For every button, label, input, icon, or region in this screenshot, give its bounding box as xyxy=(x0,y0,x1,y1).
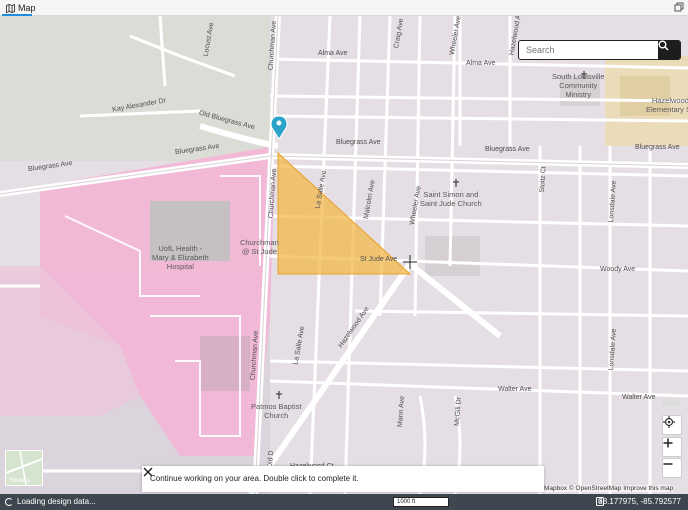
crosshair-locate-icon xyxy=(663,416,675,428)
instruction-toast: Continue working on your area. Double cl… xyxy=(142,466,544,492)
locate-button[interactable] xyxy=(662,415,682,435)
street-label: Walter Ave xyxy=(498,386,532,393)
poi-label: Patmos Baptist Church xyxy=(251,402,302,420)
map-icon xyxy=(6,3,15,13)
street-label: Woody Ave xyxy=(600,266,636,273)
search-button[interactable] xyxy=(658,40,680,60)
restore-window-icon[interactable] xyxy=(674,2,684,12)
poi-label: Hazelwood Elementary Sc xyxy=(646,96,688,114)
map-canvas[interactable]: Alma Ave Alma Ave Bluegrass Ave Bluegras… xyxy=(0,16,688,494)
street-label: Bluegrass Ave xyxy=(485,146,530,153)
street-label: Bluegrass Ave xyxy=(336,139,381,146)
toast-message: Continue working on your area. Double cl… xyxy=(150,474,359,483)
zoom-out-button[interactable] xyxy=(662,458,682,478)
poi-label: UofL Health - Mary & Elizabeth Hospital xyxy=(152,244,209,271)
minus-icon xyxy=(663,463,673,465)
cursor-coordinates: 38.177975, -85.792577 xyxy=(598,497,681,506)
search-box xyxy=(518,40,681,60)
street-label: Bluegrass Ave xyxy=(635,144,680,151)
basemap-switcher[interactable]: Streets xyxy=(5,450,43,486)
street-label: Alma Ave xyxy=(466,60,496,67)
poi-label: Churchman @ St Jude xyxy=(240,238,279,256)
loading-spinner-icon xyxy=(5,498,13,506)
map-scale: 1000 ft xyxy=(393,497,449,507)
street-label: Alma Ave xyxy=(318,50,348,57)
status-bar: Loading design data... 1000 ft 38.177975… xyxy=(0,494,688,510)
tab-label: Map xyxy=(18,3,36,13)
map-window: Map Alma Ave Alma Ave Bluegrass Ave Blue… xyxy=(0,0,688,510)
basemap-label: Streets xyxy=(9,477,30,484)
collapse-handle[interactable] xyxy=(662,398,680,406)
street-label: Walter Ave xyxy=(622,394,656,401)
poi-label: South Louisville Community Ministry xyxy=(552,72,605,99)
close-icon[interactable] xyxy=(142,466,154,478)
search-input[interactable] xyxy=(519,42,659,58)
search-icon xyxy=(658,40,669,51)
plus-icon xyxy=(663,438,673,448)
title-bar: Map xyxy=(0,0,688,16)
poi-label: Saint Simon and Saint Jude Church xyxy=(420,190,482,208)
street-label: St Jude Ave xyxy=(360,256,398,263)
loading-status: Loading design data... xyxy=(17,497,96,506)
zoom-in-button[interactable] xyxy=(662,437,682,457)
map-attribution[interactable]: Mapbox © OpenStreetMap Improve this map xyxy=(544,485,674,492)
